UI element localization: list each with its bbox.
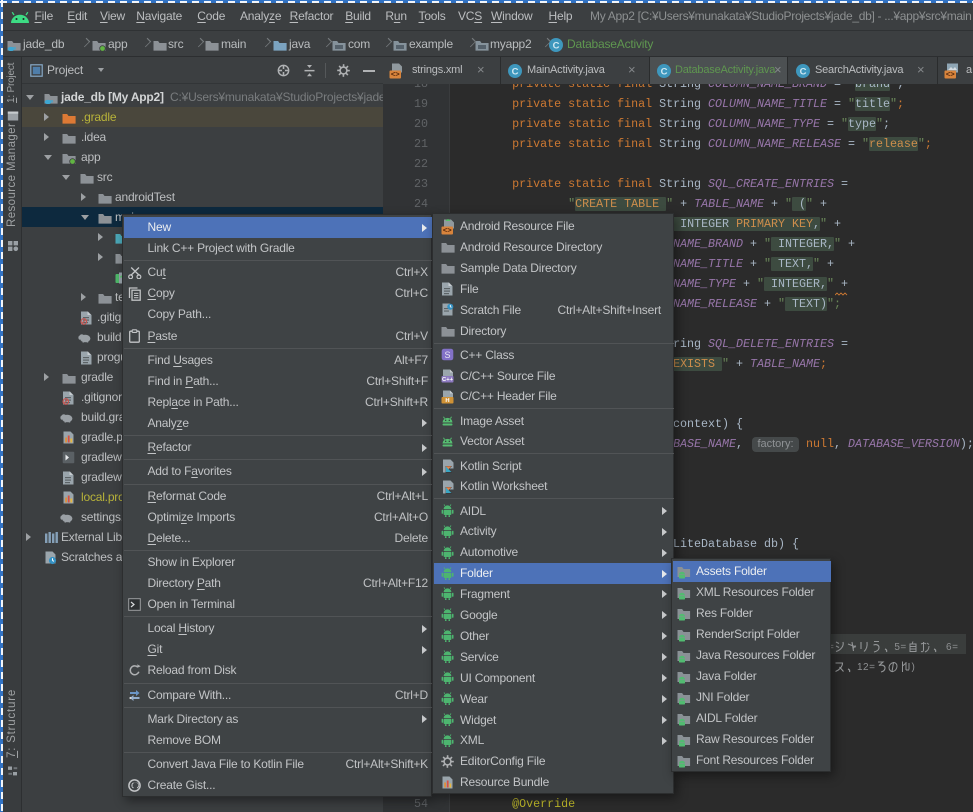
svg-text:<>: <> xyxy=(443,226,452,235)
svg-text:H: H xyxy=(445,398,449,404)
svg-text:C: C xyxy=(512,67,519,78)
svg-text:C: C xyxy=(661,67,668,78)
svg-text:C: C xyxy=(553,41,560,52)
svg-text:<>: <> xyxy=(946,70,955,79)
svg-text:C: C xyxy=(800,67,807,78)
svg-text:C++: C++ xyxy=(442,377,454,383)
svg-text:S: S xyxy=(444,350,450,360)
svg-text:<>: <> xyxy=(391,70,400,79)
